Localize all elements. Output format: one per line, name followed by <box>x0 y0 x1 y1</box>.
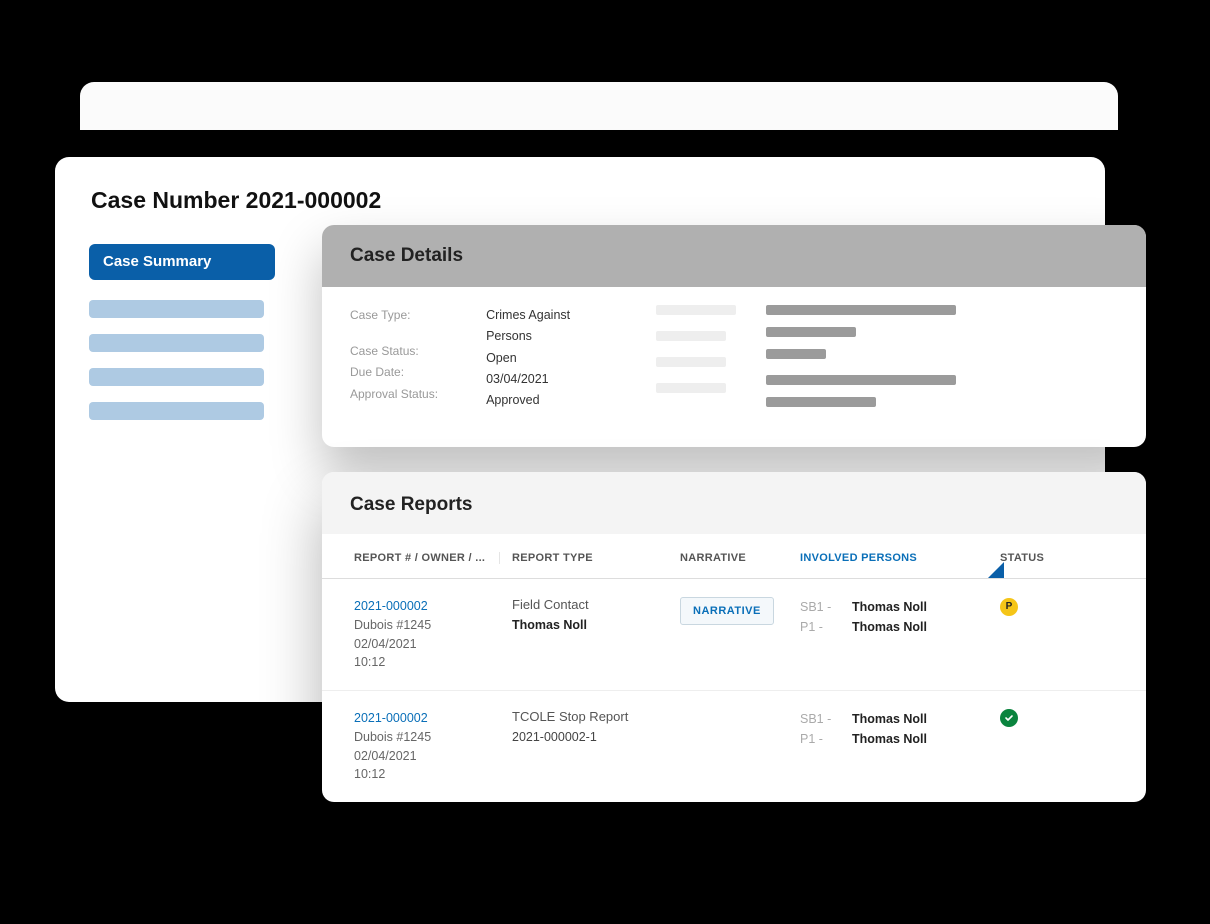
person-code: SB1 - <box>800 709 844 729</box>
report-date: 02/04/2021 <box>354 747 500 766</box>
col-header-involved-persons[interactable]: INVOLVED PERSONS <box>800 552 1000 564</box>
details-labels: Case Type: Case Status: Due Date: Approv… <box>350 305 438 419</box>
sidebar-item-placeholder[interactable] <box>89 334 264 352</box>
case-reports-card: Case Reports REPORT # / OWNER / ... REPO… <box>322 472 1146 802</box>
sidebar-item-placeholder[interactable] <box>89 300 264 318</box>
case-details-body: Case Type: Case Status: Due Date: Approv… <box>322 287 1146 447</box>
cell-status: P <box>1000 597 1070 672</box>
report-type: Field Contact <box>512 597 680 612</box>
col-header-persons-label: INVOLVED PERSONS <box>800 552 917 564</box>
sidebar-item-placeholder[interactable] <box>89 402 264 420</box>
value-case-status: Open <box>486 348 596 369</box>
sort-indicator-icon <box>988 562 1004 578</box>
label-due-date: Due Date: <box>350 362 438 384</box>
sidebar-item-placeholder[interactable] <box>89 368 264 386</box>
cell-report: 2021-000002 Dubois #1245 02/04/2021 10:1… <box>354 597 500 672</box>
cell-status <box>1000 709 1070 784</box>
person-code: P1 - <box>800 729 844 749</box>
person-code: P1 - <box>800 617 844 637</box>
report-type: TCOLE Stop Report <box>512 709 680 724</box>
cell-narrative <box>680 709 800 784</box>
reports-table-header: REPORT # / OWNER / ... REPORT TYPE NARRA… <box>322 534 1146 579</box>
placeholder-labels <box>656 305 736 419</box>
value-case-type: Crimes Against Persons <box>486 305 596 348</box>
report-owner: Dubois #1245 <box>354 728 500 747</box>
sidebar: Case Summary <box>55 232 335 448</box>
table-row: 2021-000002 Dubois #1245 02/04/2021 10:1… <box>322 579 1146 691</box>
report-number-link[interactable]: 2021-000002 <box>354 709 500 728</box>
details-fields: Case Type: Case Status: Due Date: Approv… <box>350 305 596 419</box>
report-date: 02/04/2021 <box>354 635 500 654</box>
col-header-type[interactable]: REPORT TYPE <box>500 552 680 564</box>
person-name: Thomas Noll <box>852 709 927 729</box>
cell-narrative: NARRATIVE <box>680 597 800 672</box>
placeholder-values <box>766 305 956 419</box>
label-case-status: Case Status: <box>350 341 438 363</box>
cell-report-type: TCOLE Stop Report 2021-000002-1 <box>500 709 680 784</box>
case-details-card: Case Details Case Type: Case Status: Due… <box>322 225 1146 447</box>
value-approval-status: Approved <box>486 390 596 411</box>
person-name: Thomas Noll <box>852 729 927 749</box>
case-reports-heading: Case Reports <box>322 472 1146 534</box>
label-case-type: Case Type: <box>350 305 438 327</box>
label-approval-status: Approval Status: <box>350 384 438 406</box>
status-badge-complete <box>1000 709 1018 727</box>
top-bar <box>80 82 1118 130</box>
report-time: 10:12 <box>354 653 500 672</box>
report-number-link[interactable]: 2021-000002 <box>354 597 500 616</box>
details-placeholder-block <box>656 305 956 419</box>
sidebar-item-case-summary[interactable]: Case Summary <box>89 244 275 280</box>
person-name: Thomas Noll <box>852 617 927 637</box>
cell-involved-persons: SB1 - Thomas Noll P1 - Thomas Noll <box>800 709 1000 784</box>
person-name: Thomas Noll <box>852 597 927 617</box>
check-icon <box>1004 713 1014 723</box>
value-due-date: 03/04/2021 <box>486 369 596 390</box>
narrative-button[interactable]: NARRATIVE <box>680 597 774 625</box>
col-header-report[interactable]: REPORT # / OWNER / ... <box>354 552 500 564</box>
col-header-status[interactable]: STATUS <box>1000 552 1070 564</box>
report-time: 10:12 <box>354 765 500 784</box>
report-type-sub: Thomas Noll <box>512 618 680 632</box>
details-values: Crimes Against Persons Open 03/04/2021 A… <box>486 305 596 419</box>
cell-report: 2021-000002 Dubois #1245 02/04/2021 10:1… <box>354 709 500 784</box>
person-code: SB1 - <box>800 597 844 617</box>
table-row: 2021-000002 Dubois #1245 02/04/2021 10:1… <box>322 691 1146 802</box>
col-header-narrative[interactable]: NARRATIVE <box>680 552 800 564</box>
cell-report-type: Field Contact Thomas Noll <box>500 597 680 672</box>
case-details-heading: Case Details <box>322 225 1146 287</box>
status-badge-pending: P <box>1000 598 1018 616</box>
cell-involved-persons: SB1 - Thomas Noll P1 - Thomas Noll <box>800 597 1000 672</box>
report-type-sub: 2021-000002-1 <box>512 730 680 744</box>
page-title: Case Number 2021-000002 <box>55 157 1105 232</box>
report-owner: Dubois #1245 <box>354 616 500 635</box>
